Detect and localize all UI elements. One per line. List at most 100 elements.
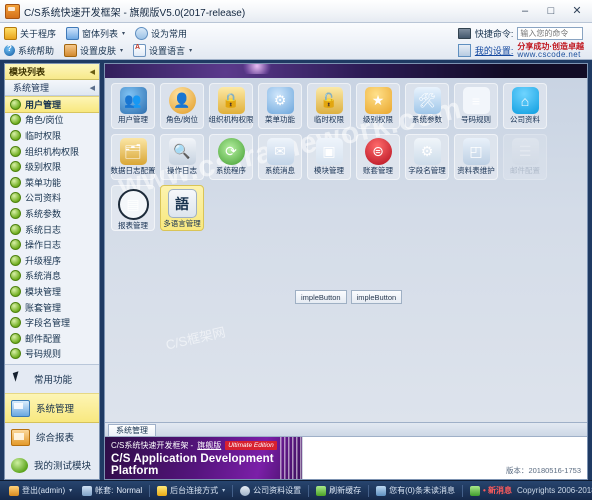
tile-label: 号码规则 — [461, 116, 491, 124]
tile-label: 操作日志 — [167, 167, 197, 175]
module-tile[interactable]: ▤报表管理 — [111, 185, 155, 231]
my-settings-link[interactable]: 我的设置: — [475, 44, 514, 57]
module-tile[interactable]: 👥用户管理 — [111, 83, 155, 129]
edition-badge: Ultimate Edition — [225, 441, 277, 450]
status-separator — [368, 485, 369, 497]
module-tile[interactable]: ✉系统消息 — [258, 134, 302, 180]
sidebar-item[interactable]: 级别权限 — [5, 159, 99, 175]
sidebar-item[interactable]: 用户管理 — [5, 96, 99, 113]
quick-command-input[interactable] — [517, 27, 583, 40]
sidebar-group-1[interactable]: 常用功能 — [5, 365, 99, 393]
sidebar-item[interactable]: 临时权限 — [5, 128, 99, 144]
status-item-2[interactable]: 帐套: Normal — [77, 483, 147, 498]
sidebar-item[interactable]: 菜单功能 — [5, 175, 99, 191]
set-language-label: 设置语言 — [149, 44, 185, 57]
module-tile[interactable]: ★级别权限 — [356, 83, 400, 129]
sidebar-group-3[interactable]: 综合报表 — [5, 423, 99, 451]
status-item-label: 帐套: — [95, 485, 113, 496]
tile-glyph: ≡ — [472, 93, 480, 109]
toolbar-left-group: 关于程序 窗体列表 ▾ 设为常用 系统帮助 — [4, 25, 192, 59]
company-info-icon: ⌂ — [512, 87, 539, 114]
status-item-label: 您有(0)条未读消息 — [389, 485, 455, 496]
sidebar-group-list: 常用功能系统管理综合报表我的测试模块 — [5, 364, 99, 479]
set-language-button[interactable]: 设置语言 ▾ — [133, 44, 192, 57]
module-tile[interactable]: ⚙字段名管理 — [405, 134, 449, 180]
set-skin-button[interactable]: 设置皮肤 ▾ — [64, 44, 123, 57]
tab-system-management[interactable]: 系统管理 — [108, 424, 156, 436]
module-tile[interactable]: ⚙菜单功能 — [258, 83, 302, 129]
report-manage-icon: ▤ — [118, 189, 149, 220]
module-tile[interactable]: ⊜账套管理 — [356, 134, 400, 180]
about-program-label: 关于程序 — [20, 27, 56, 40]
sidebar-group-2[interactable]: 系统管理 — [5, 393, 99, 423]
module-tile[interactable]: 👤角色/岗位 — [160, 83, 204, 129]
sidebar-item[interactable]: 公司资料 — [5, 191, 99, 207]
home-icon — [4, 27, 17, 40]
status-item-1[interactable]: 登出(admin)▾ — [4, 483, 77, 498]
banner-row: C/S系统快速开发框架 - 旗舰版 Ultimate Edition C/S A… — [105, 436, 587, 479]
module-tile[interactable]: 🔓临时权限 — [307, 83, 351, 129]
status-separator — [462, 485, 463, 497]
module-tile[interactable]: ▣模块管理 — [307, 134, 351, 180]
status-item-3[interactable]: 后台连接方式▾ — [152, 483, 230, 498]
status-item-value: Normal — [116, 486, 142, 495]
status-item-6[interactable]: 您有(0)条未读消息 — [371, 483, 460, 498]
sidebar-item[interactable]: 字段名管理 — [5, 315, 99, 331]
status-alert[interactable]: • 新消息 — [465, 483, 517, 498]
module-tile[interactable]: ⟳系统程序 — [209, 134, 253, 180]
module-tile[interactable]: 🔒组织机构权限 — [209, 83, 253, 129]
close-button[interactable]: ✕ — [564, 2, 590, 20]
tile-label: 级别权限 — [363, 116, 393, 124]
module-tile[interactable]: 🗂数据日志配置 — [111, 134, 155, 180]
about-program-button[interactable]: 关于程序 — [4, 27, 56, 40]
status-item-5[interactable]: 刷新缓存 — [311, 483, 366, 498]
tile-label: 字段名管理 — [408, 167, 446, 175]
window-controls: – □ ✕ — [512, 2, 590, 20]
sidebar-item[interactable]: 号码规则 — [5, 347, 99, 363]
refresh-cache-icon — [316, 486, 326, 496]
my-settings-row: 我的设置: 分享成功·创造卓越 www.cscode.net — [458, 43, 584, 58]
window-list-button[interactable]: 窗体列表 ▾ — [66, 27, 125, 40]
sidebar-item[interactable]: 操作日志 — [5, 237, 99, 253]
module-tile[interactable]: 語多语言管理 — [160, 185, 204, 231]
group-header-system[interactable]: 系统管理 ◀ — [5, 80, 99, 96]
sidebar-item[interactable]: 系统日志 — [5, 222, 99, 238]
module-tile[interactable]: ≡ 号码规则 — [454, 83, 498, 129]
module-tile[interactable]: 🛠系统参数 — [405, 83, 449, 129]
module-tile[interactable]: ◰资料表维护 — [454, 134, 498, 180]
sidebar-item-label: 操作日志 — [25, 238, 61, 251]
product-banner: C/S系统快速开发框架 - 旗舰版 Ultimate Edition C/S A… — [105, 437, 302, 479]
module-tile[interactable]: ⌂公司资料 — [503, 83, 547, 129]
maximize-button[interactable]: □ — [538, 2, 564, 20]
set-favorite-button[interactable]: 设为常用 — [135, 27, 187, 40]
sidebar-item[interactable]: 系统消息 — [5, 269, 99, 285]
system-program-icon: ⟳ — [218, 138, 245, 165]
module-list-header[interactable]: 模块列表 ◀ — [5, 64, 99, 80]
application-window: C/S系统快速开发框架 - 旗舰版V5.0(2017-release) – □ … — [0, 0, 592, 500]
system-param-icon: 🛠 — [414, 87, 441, 114]
test-module-icon — [11, 458, 28, 473]
sidebar-item[interactable]: 账套管理 — [5, 300, 99, 316]
module-tile[interactable]: 🔍操作日志 — [160, 134, 204, 180]
body-region: 模块列表 ◀ 系统管理 ◀ 用户管理角色/岗位临时权限组织机构权限级别权限菜单功… — [0, 60, 592, 480]
status-item-4[interactable]: 公司资料设置 — [235, 483, 306, 498]
sidebar-group-4[interactable]: 我的测试模块 — [5, 451, 99, 479]
sidebar-item-label: 升级程序 — [25, 254, 61, 267]
sidebar-item[interactable]: 系统参数 — [5, 206, 99, 222]
sidebar-item[interactable]: 模块管理 — [5, 284, 99, 300]
sidebar-item[interactable]: 角色/岗位 — [5, 113, 99, 129]
slogan-block: 分享成功·创造卓越 www.cscode.net — [517, 43, 584, 59]
status-separator — [232, 485, 233, 497]
banner-title-cn: C/S系统快速开发框架 - — [111, 440, 193, 451]
tile-label: 数据日志配置 — [111, 167, 156, 175]
set-skin-label: 设置皮肤 — [80, 44, 116, 57]
sidebar-item[interactable]: 邮件配置 — [5, 331, 99, 347]
sample-button[interactable]: impleButton — [295, 290, 347, 304]
sidebar-item[interactable]: 升级程序 — [5, 253, 99, 269]
minimize-button[interactable]: – — [512, 2, 538, 20]
bullet-icon — [10, 114, 21, 125]
sample-button[interactable]: impleButton — [351, 290, 403, 304]
system-help-button[interactable]: 系统帮助 — [4, 44, 54, 57]
sidebar-item[interactable]: 组织机构权限 — [5, 144, 99, 160]
chevron-down-icon: ▾ — [189, 47, 192, 54]
